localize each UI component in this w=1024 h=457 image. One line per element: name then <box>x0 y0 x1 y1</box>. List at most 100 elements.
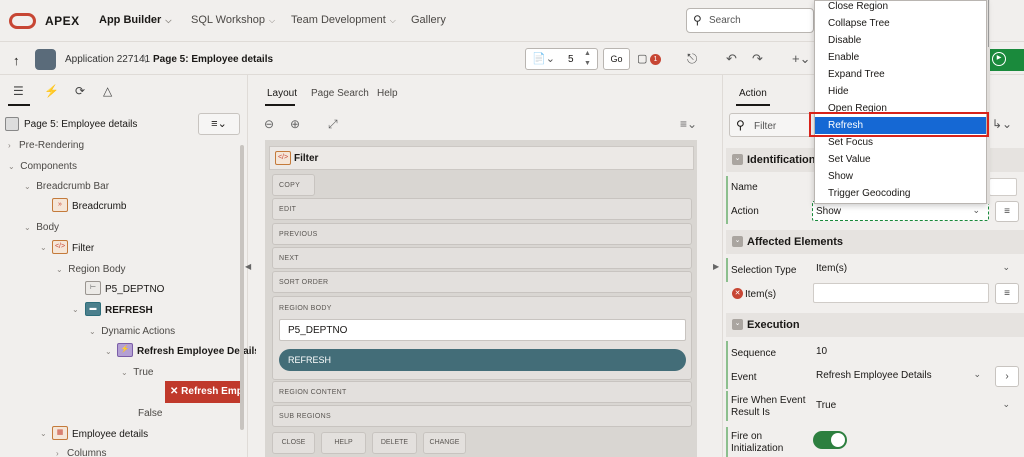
slot-copy[interactable]: COPY <box>272 174 315 196</box>
go-to-group-icon[interactable]: ↳⌄ <box>992 117 1012 131</box>
dropdown-scrollbar-thumb[interactable] <box>988 0 989 47</box>
section-execution[interactable]: ⌄ Execution <box>726 313 1024 337</box>
application-icon[interactable] <box>35 49 56 70</box>
event-select[interactable]: Refresh Employee Details ⌄ <box>813 366 989 387</box>
chevron-down-icon[interactable]: ⌄ <box>40 429 47 438</box>
zoom-out-icon[interactable]: ⊖ <box>264 117 274 131</box>
slot-region-content[interactable]: REGION CONTENT <box>272 381 692 403</box>
selection-type-select[interactable]: Item(s) ⌄ <box>813 259 1018 280</box>
tree-node-dynamic-actions[interactable]: ⌄ Dynamic Actions <box>89 326 175 337</box>
processing-tab-icon[interactable]: ⟳ <box>75 84 85 98</box>
chevron-down-icon[interactable]: ⌄ <box>72 305 79 314</box>
fire-on-initialization-toggle[interactable] <box>813 431 847 449</box>
nav-app-builder[interactable]: App Builder ⌵ <box>99 14 171 26</box>
layout-item-p5-deptno[interactable]: P5_DEPTNO <box>279 319 686 341</box>
items-input[interactable] <box>813 283 989 303</box>
chevron-down-icon[interactable]: ⌄ <box>56 265 63 274</box>
slot-sub-regions[interactable]: SUB REGIONS <box>272 405 692 427</box>
tab-page-search[interactable]: Page Search <box>311 88 369 99</box>
expand-icon[interactable]: ⤢ <box>328 117 338 132</box>
sequence-input[interactable]: 10 <box>813 342 1018 363</box>
fire-when-select[interactable]: True ⌄ <box>813 396 1018 417</box>
slot-edit[interactable]: EDIT <box>272 198 692 220</box>
tree-node-filter[interactable]: Filter <box>72 243 94 254</box>
brand-label[interactable]: APEX <box>45 14 80 28</box>
option-disable[interactable]: Disable <box>815 32 986 49</box>
tree-scrollbar[interactable] <box>240 145 244 430</box>
tree-node-refresh[interactable]: REFRESH <box>105 305 153 316</box>
collapse-icon[interactable]: ⌄ <box>732 236 743 247</box>
action-select[interactable]: Show ⌄ <box>812 201 989 221</box>
collapse-icon[interactable]: ⌄ <box>732 154 743 165</box>
slot-delete[interactable]: DELETE <box>372 432 417 454</box>
layout-button-refresh[interactable]: REFRESH <box>279 349 686 371</box>
arrow-up-icon[interactable]: ↑ <box>13 53 20 68</box>
slot-change[interactable]: CHANGE <box>423 432 466 454</box>
tree-node-true[interactable]: ⌄ True <box>121 367 153 378</box>
right-splitter-handle[interactable]: ▶ <box>713 262 719 271</box>
nav-team-development[interactable]: Team Development ⌵ <box>291 14 396 26</box>
zoom-in-icon[interactable]: ⊕ <box>290 117 300 131</box>
collapse-icon[interactable]: ⌄ <box>732 319 743 330</box>
create-icon[interactable]: +⌄ <box>792 51 810 67</box>
chevron-right-icon[interactable]: › <box>8 141 11 150</box>
chevron-down-icon[interactable]: ⌄ <box>105 347 112 356</box>
tree-node-employee-details[interactable]: Employee details <box>72 429 148 440</box>
breadcrumb-application[interactable]: Application 227141 <box>65 54 150 65</box>
option-expand-tree[interactable]: Expand Tree <box>815 66 986 83</box>
nav-sql-workshop[interactable]: SQL Workshop ⌵ <box>191 14 275 26</box>
name-input[interactable] <box>989 178 1017 196</box>
list-icon[interactable]: ≡ <box>995 201 1019 222</box>
tab-layout[interactable]: Layout <box>267 88 297 99</box>
option-trigger-geocoding[interactable]: Trigger Geocoding <box>815 185 986 202</box>
go-button[interactable]: Go <box>603 48 630 70</box>
left-splitter-handle[interactable]: ◀ <box>245 262 251 271</box>
list-icon[interactable]: ≡ <box>995 283 1019 304</box>
stepper-arrows-icon[interactable]: ▲ ▼ <box>584 49 591 69</box>
property-filter-input[interactable]: ⚲ Filter <box>729 113 819 137</box>
action-dropdown-list[interactable]: Close Region Collapse Tree Disable Enabl… <box>814 0 987 204</box>
section-affected-elements[interactable]: ⌄ Affected Elements <box>726 230 1024 254</box>
option-set-value[interactable]: Set Value <box>815 151 986 168</box>
search-input[interactable]: ⚲ Search <box>686 8 814 33</box>
region-header-filter[interactable]: </> Filter <box>269 146 694 170</box>
slot-next[interactable]: NEXT <box>272 247 692 269</box>
chevron-down-icon[interactable]: ⌄ <box>40 243 47 252</box>
tree-menu-button[interactable]: ≡⌄ <box>198 113 240 135</box>
chevron-down-icon[interactable]: ⌄ <box>121 368 128 377</box>
oracle-logo-icon[interactable] <box>9 13 36 29</box>
tab-help[interactable]: Help <box>377 88 398 99</box>
tree-node-breadcrumb-bar[interactable]: ⌄ Breadcrumb Bar <box>24 181 109 192</box>
slot-close[interactable]: CLOSE <box>272 432 315 454</box>
undo-icon[interactable]: ↶ <box>726 51 737 67</box>
rendering-tab-icon[interactable]: ☰ <box>13 84 24 98</box>
layout-menu-icon[interactable]: ≡⌄ <box>680 117 697 131</box>
chevron-down-icon[interactable]: ⌄ <box>24 223 31 232</box>
lock-icon[interactable]: ⎋ <box>687 51 697 67</box>
option-show[interactable]: Show <box>815 168 986 185</box>
option-hide[interactable]: Hide <box>815 83 986 100</box>
option-enable[interactable]: Enable <box>815 49 986 66</box>
tree-node-pre-rendering[interactable]: › Pre-Rendering <box>8 140 84 151</box>
tree-node-columns[interactable]: › Columns <box>56 448 106 457</box>
nav-gallery[interactable]: Gallery <box>411 14 446 26</box>
page-number-stepper[interactable]: 📄⌄ 5 ▲ ▼ <box>525 48 598 70</box>
shared-components-tab-icon[interactable]: △ <box>103 84 112 98</box>
tree-node-region-body[interactable]: ⌄ Region Body <box>56 264 126 275</box>
chevron-right-icon[interactable]: › <box>56 449 59 457</box>
slot-sort-order[interactable]: SORT ORDER <box>272 271 692 293</box>
tree-node-p5-deptno[interactable]: P5_DEPTNO <box>105 284 164 295</box>
slot-previous[interactable]: PREVIOUS <box>272 223 692 245</box>
tree-node-breadcrumb[interactable]: Breadcrumb <box>72 201 126 212</box>
tree-node-refresh-action-selected[interactable]: ✕ Refresh Employee Details <box>165 381 241 403</box>
dynamic-actions-tab-icon[interactable]: ⚡ <box>44 84 59 98</box>
option-collapse-tree[interactable]: Collapse Tree <box>815 15 986 32</box>
tree-node-components[interactable]: ⌄ Components <box>8 161 77 172</box>
chevron-down-icon[interactable]: ⌄ <box>89 327 96 336</box>
run-button[interactable]: ▶ <box>985 49 1024 71</box>
chevron-right-icon[interactable]: › <box>995 366 1019 387</box>
chevron-down-icon[interactable]: ⌄ <box>24 182 31 191</box>
tree-node-body[interactable]: ⌄ Body <box>24 222 59 233</box>
option-close-region[interactable]: Close Region <box>815 0 986 15</box>
comment-icon[interactable]: ▢ <box>637 52 647 65</box>
